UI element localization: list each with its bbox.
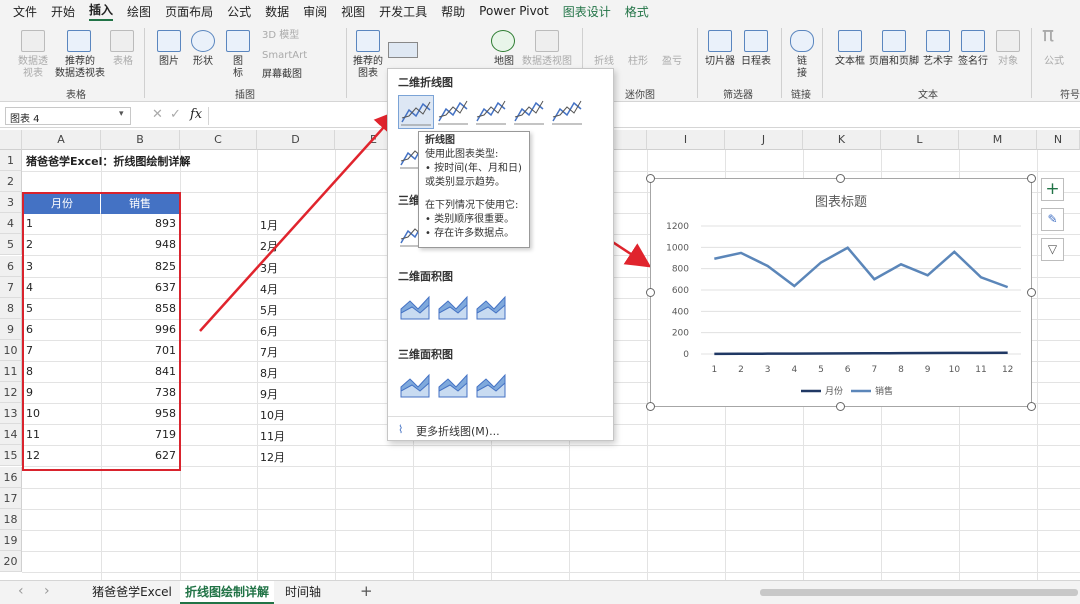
sheet-tab[interactable]: 猪爸爸学Excel [86,581,178,604]
line-chart-gallery: 二维折线图 三维 二维面积图 三维面积图 ⌇ 更多折线图(M)... [387,68,614,441]
chart-type-option[interactable] [436,95,472,129]
tab-prev-icon[interactable]: ‹ [18,583,24,599]
legend-label: 销售 [875,385,893,397]
x-tick-label: 12 [1002,365,1013,375]
chart-type-option[interactable] [512,95,548,129]
chart-type-option[interactable] [398,369,434,403]
series-line-1[interactable] [714,246,1009,289]
y-tick-label: 1200 [666,222,689,232]
more-line-icon: ⌇ [398,423,404,436]
sheet-tab-active[interactable]: 折线图绘制详解 [180,581,274,604]
chart-type-option[interactable] [550,95,586,129]
chart-type-option[interactable] [436,291,472,325]
resize-handle[interactable] [1027,402,1036,411]
x-tick-label: 3 [765,365,771,375]
section-3d-area: 三维面积图 [398,348,453,361]
tooltip-line: • 存在许多数据点。 [425,228,515,239]
y-tick-label: 400 [672,307,689,317]
chart-type-option[interactable] [474,291,510,325]
x-tick-label: 1 [711,365,717,375]
add-sheet-icon[interactable]: + [360,582,373,600]
tab-next-icon[interactable]: › [44,583,50,599]
tooltip-line: 使用此图表类型: [425,149,499,160]
chart-styles-brush-icon[interactable]: ✎ [1041,208,1064,231]
tooltip-line: • 按时间(年、月和日) [425,163,522,174]
resize-handle[interactable] [646,402,655,411]
resize-handle[interactable] [836,402,845,411]
x-tick-label: 7 [871,365,877,375]
x-tick-label: 5 [818,365,824,375]
chart-title[interactable]: 图表标题 [815,194,867,209]
resize-handle[interactable] [646,174,655,183]
x-tick-label: 6 [845,365,851,375]
chart-elements-plus-icon[interactable]: + [1041,178,1064,201]
sheet-tab[interactable]: 时间轴 [278,581,328,604]
resize-handle[interactable] [1027,174,1036,183]
x-tick-label: 8 [898,365,904,375]
chart-type-option[interactable] [398,291,434,325]
line-chart-tooltip: 折线图 使用此图表类型: • 按时间(年、月和日) 或类别显示趋势。 在下列情况… [418,131,530,248]
chart-filter-funnel-icon[interactable]: ▽ [1041,238,1064,261]
chart-svg: 图表标题0200400600800100012001 2 3 4 5 6 7 8 9 10 11 12… [666,194,1021,397]
y-tick-label: 600 [672,286,689,296]
series-line-0[interactable] [714,351,1008,356]
y-tick-label: 1000 [666,243,689,253]
chart-type-option[interactable] [398,95,434,129]
y-tick-label: 800 [672,265,689,275]
chart-type-option[interactable] [436,369,472,403]
tooltip-line: 在下列情况下使用它: [425,200,519,211]
more-line-charts[interactable]: 更多折线图(M)... [416,423,500,439]
y-tick-label: 0 [683,350,689,360]
tooltip-title: 折线图 [425,135,455,146]
tooltip-line: • 类别顺序很重要。 [425,214,515,225]
chart-type-option[interactable] [474,95,510,129]
line-chart[interactable]: 图表标题 0 200 400 600 800 1000 1200 1 2 3 4 5 6 7 8 9 10 11 12… [650,178,1032,407]
chart-type-option[interactable] [474,369,510,403]
resize-handle[interactable] [1027,288,1036,297]
y-tick-label: 200 [672,329,689,339]
sheet-tabs-bar: ‹ › 猪爸爸学Excel 折线图绘制详解 时间轴 + [0,580,1080,604]
section-2d-line: 二维折线图 [398,76,453,89]
x-tick-label: 9 [925,365,931,375]
resize-handle[interactable] [646,288,655,297]
section-2d-area: 二维面积图 [398,270,453,283]
x-tick-label: 11 [975,365,986,375]
section-3d-line: 三维 [398,194,420,207]
tooltip-line: 或类别显示趋势。 [425,177,505,188]
legend-label: 月份 [825,385,843,397]
horizontal-scrollbar[interactable] [760,589,1078,596]
resize-handle[interactable] [836,174,845,183]
x-tick-label: 10 [949,365,961,375]
x-tick-label: 4 [791,365,797,375]
x-tick-label: 2 [738,365,744,375]
